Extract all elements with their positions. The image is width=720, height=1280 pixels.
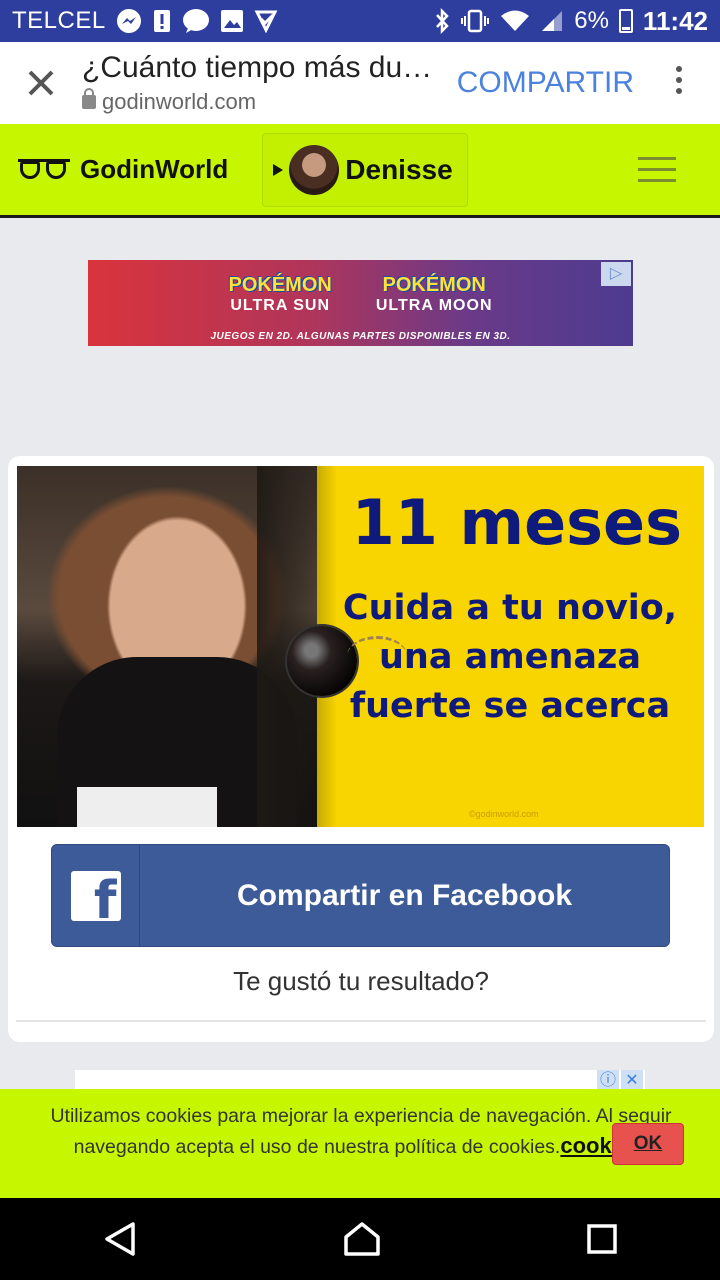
url-text: godinworld.com: [102, 89, 257, 114]
watermark: ©godinworld.com: [469, 809, 539, 819]
checkbox-icon: [254, 10, 278, 33]
adchoices-icon[interactable]: ▷: [601, 262, 631, 286]
share-facebook-button[interactable]: f Compartir en Facebook: [51, 844, 670, 947]
more-options-button[interactable]: [664, 65, 694, 101]
page-info[interactable]: ¿Cuánto tiempo más du… godinworld.com: [82, 51, 457, 115]
custom-tab-toolbar: ¿Cuánto tiempo más du… godinworld.com CO…: [0, 42, 720, 124]
notification-icons: [116, 8, 278, 34]
result-card: 11 meses Cuida a tu novio, una amenaza f…: [8, 456, 714, 1042]
cookie-text-wrap: Utilizamos cookies para mejorar la exper…: [36, 1101, 686, 1162]
messenger-icon: [116, 9, 141, 33]
site-header: GodinWorld Denisse: [0, 124, 720, 218]
ad-game-2-brand: POKÉMON: [382, 274, 486, 296]
ad-game-2: POKÉMON ULTRA MOON: [376, 274, 493, 315]
site-logo[interactable]: GodinWorld: [18, 154, 228, 185]
status-bar: TELCEL 6% 11:42: [0, 0, 720, 42]
divider: [16, 1020, 706, 1022]
more-vert-icon: [676, 66, 682, 94]
home-icon[interactable]: [343, 1221, 381, 1257]
ad-banner-top[interactable]: POKÉMON ULTRA SUN POKÉMON ULTRA MOON JUE…: [88, 260, 633, 346]
system-status: 6% 11:42: [434, 6, 708, 37]
facebook-icon: f: [70, 870, 121, 921]
logo-text: GodinWorld: [80, 154, 229, 184]
page-title: ¿Cuánto tiempo más du…: [82, 51, 433, 84]
alert-icon: [153, 10, 170, 32]
avatar: [289, 144, 340, 195]
battery-icon: [618, 9, 633, 33]
share-button[interactable]: COMPARTIR: [457, 66, 634, 100]
cookie-banner: Utilizamos cookies para mejorar la exper…: [0, 1089, 720, 1198]
share-facebook-label: Compartir en Facebook: [236, 878, 573, 912]
battery-percent: 6%: [574, 7, 609, 34]
glasses-icon: [18, 157, 70, 183]
back-icon[interactable]: [103, 1221, 137, 1257]
close-tab-button[interactable]: [0, 69, 82, 97]
menu-button[interactable]: [638, 157, 676, 182]
chat-bubble-icon: [182, 9, 209, 33]
vibrate-icon: [461, 9, 490, 33]
ad-game-1-brand: POKÉMON: [228, 274, 332, 296]
feedback-question: Te gustó tu resultado?: [233, 966, 489, 996]
hamburger-icon: [638, 157, 676, 160]
ad-tagline: JUEGOS EN 2D. ALGUNAS PARTES DISPONIBLES…: [210, 331, 511, 342]
signal-icon: [542, 11, 563, 31]
ad-game-1-name: ULTRA SUN: [230, 297, 330, 314]
result-message: Cuida a tu novio, una amenaza fuerte se …: [342, 588, 678, 726]
result-image: 11 meses Cuida a tu novio, una amenaza f…: [17, 466, 704, 827]
carrier-label: TELCEL: [12, 7, 106, 34]
system-nav-bar: [0, 1198, 720, 1280]
gallery-icon: [220, 10, 243, 32]
recent-apps-icon[interactable]: [587, 1224, 617, 1254]
play-icon: [273, 163, 284, 176]
cookie-ok-button[interactable]: OK: [612, 1123, 684, 1165]
url-display: godinworld.com: [82, 88, 457, 115]
lock-icon: [82, 88, 96, 109]
close-icon: [28, 70, 54, 96]
clock: 11:42: [642, 5, 708, 36]
user-name: Denisse: [345, 153, 453, 185]
user-profile-button[interactable]: Denisse: [262, 132, 469, 207]
ad-game-2-name: ULTRA MOON: [375, 297, 493, 314]
wifi-icon: [501, 10, 530, 31]
result-months: 11 meses: [351, 486, 682, 559]
bluetooth-icon: [436, 8, 449, 34]
ad-game-1: POKÉMON ULTRA SUN: [229, 274, 332, 315]
